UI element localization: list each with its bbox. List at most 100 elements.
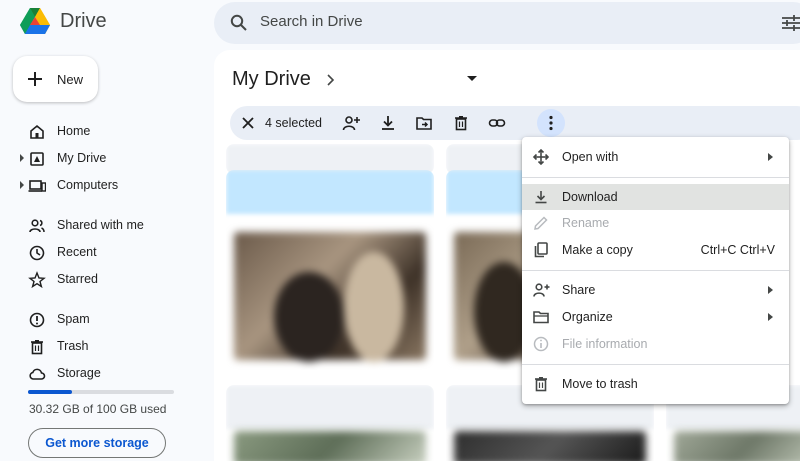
sidebar-item-starred[interactable]: Starred <box>0 266 205 293</box>
menu-divider <box>522 364 789 365</box>
menu-item-share[interactable]: Share <box>522 277 789 303</box>
new-button[interactable]: New <box>13 56 98 102</box>
cloud-icon <box>29 368 46 380</box>
folder-icon <box>533 311 549 324</box>
context-menu: Open with Download Rename Make a copy Ct… <box>522 137 789 404</box>
file-thumbnail <box>674 431 800 461</box>
download-icon[interactable] <box>379 114 397 132</box>
menu-item-label: Download <box>562 190 618 204</box>
menu-item-make-copy[interactable]: Make a copy Ctrl+C Ctrl+V <box>522 237 789 263</box>
sidebar-item-label: Trash <box>57 339 89 353</box>
new-button-label: New <box>57 71 84 87</box>
keyboard-shortcut: Ctrl+C Ctrl+V <box>700 243 775 257</box>
star-icon <box>28 271 46 289</box>
menu-item-label: Rename <box>562 216 610 230</box>
trash-icon <box>31 340 43 355</box>
chevron-right-icon <box>327 73 335 86</box>
menu-item-download[interactable]: Download <box>522 184 789 210</box>
menu-item-label: Make a copy <box>562 243 633 257</box>
menu-item-move-to-trash[interactable]: Move to trash <box>522 371 789 397</box>
selection-count: 4 selected <box>265 116 322 130</box>
sidebar-item-computers[interactable]: Computers <box>0 172 205 199</box>
people-icon <box>29 219 45 233</box>
menu-item-label: Organize <box>562 310 613 324</box>
expand-caret-icon[interactable] <box>20 154 24 162</box>
menu-item-file-information: File information <box>522 331 789 357</box>
sidebar-item-shared[interactable]: Shared with me <box>0 212 205 239</box>
drive-logo[interactable]: Drive <box>20 8 107 35</box>
download-icon <box>535 191 547 204</box>
menu-item-organize[interactable]: Organize <box>522 304 789 330</box>
home-icon <box>30 124 44 139</box>
clock-icon <box>29 245 45 261</box>
app-title: Drive <box>60 10 107 32</box>
file-tile-header <box>226 385 434 429</box>
menu-item-label: Share <box>562 283 596 297</box>
search-icon[interactable] <box>230 14 248 32</box>
share-person-add-icon[interactable] <box>342 114 360 132</box>
copy-icon <box>534 242 548 258</box>
filter-options-icon[interactable] <box>782 15 800 31</box>
storage-usage-fill <box>28 390 73 394</box>
open-with-icon <box>532 148 550 166</box>
page-title[interactable]: My Drive <box>232 68 311 91</box>
thumbnail-shape <box>344 252 404 362</box>
menu-item-label: Move to trash <box>562 377 638 391</box>
file-tile[interactable] <box>226 385 434 461</box>
menu-item-label: Open with <box>562 150 619 164</box>
sidebar-item-label: Spam <box>57 312 90 326</box>
edit-pencil-icon <box>534 216 548 230</box>
file-thumbnail <box>234 232 426 362</box>
sidebar-item-label: Shared with me <box>57 218 144 232</box>
sidebar-item-label: Recent <box>57 245 97 259</box>
sidebar-item-label: My Drive <box>57 151 107 165</box>
sidebar-item-label: Starred <box>57 272 98 286</box>
info-icon <box>533 336 549 352</box>
menu-item-rename: Rename <box>522 210 789 236</box>
my-drive-icon <box>30 152 44 166</box>
delete-icon[interactable] <box>452 114 470 132</box>
storage-used-text: 30.32 GB of 100 GB used <box>29 402 167 416</box>
copy-link-icon[interactable] <box>488 114 506 132</box>
more-vert-icon <box>549 115 553 131</box>
menu-divider <box>522 270 789 271</box>
search-input[interactable] <box>260 13 660 30</box>
sidebar-nav: Home My Drive Computers Shared with me R… <box>0 118 205 387</box>
view-dropdown-icon[interactable] <box>467 76 477 81</box>
get-more-storage-button[interactable]: Get more storage <box>28 428 166 458</box>
plus-icon <box>28 72 42 86</box>
storage-usage-bar <box>28 390 174 394</box>
computer-icon <box>28 180 46 192</box>
sidebar-item-recent[interactable]: Recent <box>0 239 205 266</box>
sidebar-item-trash[interactable]: Trash <box>0 333 205 360</box>
thumbnail-shape <box>274 272 344 362</box>
selection-toolbar: 4 selected <box>230 106 800 140</box>
menu-item-label: File information <box>562 337 648 351</box>
sidebar-item-storage[interactable]: Storage <box>0 360 205 387</box>
more-actions-button[interactable] <box>537 109 565 137</box>
sidebar-item-label: Storage <box>57 366 101 380</box>
sidebar-item-label: Home <box>57 124 91 138</box>
file-thumbnail <box>454 431 646 461</box>
move-to-folder-icon[interactable] <box>415 114 433 132</box>
trash-icon <box>535 377 547 392</box>
menu-divider <box>522 177 789 178</box>
file-tile-header <box>226 170 434 214</box>
breadcrumb: My Drive <box>232 68 335 91</box>
share-person-add-icon <box>533 283 550 297</box>
sidebar-item-home[interactable]: Home <box>0 118 205 145</box>
file-thumbnail <box>234 431 426 461</box>
file-tile[interactable] <box>226 170 434 370</box>
expand-caret-icon[interactable] <box>20 181 24 189</box>
submenu-arrow-icon <box>768 313 773 321</box>
submenu-arrow-icon <box>768 153 773 161</box>
clear-selection-icon[interactable] <box>239 114 257 132</box>
sidebar-item-my-drive[interactable]: My Drive <box>0 145 205 172</box>
search-bar[interactable] <box>214 2 800 44</box>
menu-item-open-with[interactable]: Open with <box>522 144 789 170</box>
sidebar-item-spam[interactable]: Spam <box>0 306 205 333</box>
sidebar-item-label: Computers <box>57 178 119 192</box>
drive-logo-icon <box>20 8 50 34</box>
spam-icon <box>29 312 45 328</box>
submenu-arrow-icon <box>768 286 773 294</box>
